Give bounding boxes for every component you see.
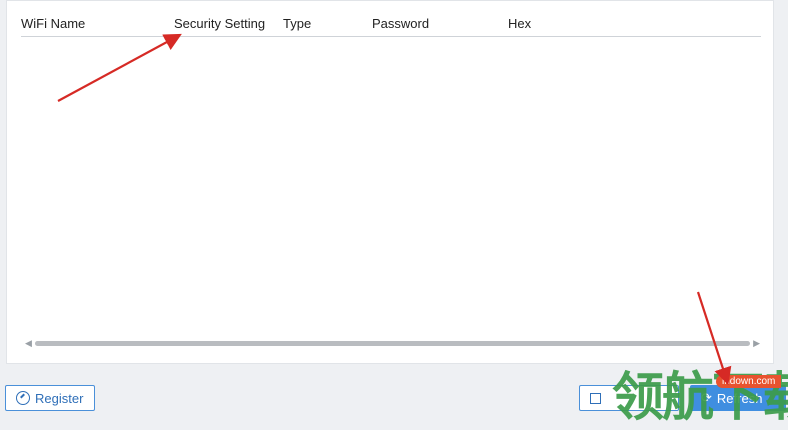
wifi-password-window: WiFi Name Security Setting Type Password… (0, 0, 788, 430)
column-header-type[interactable]: Type (283, 16, 311, 31)
register-button[interactable]: Register (5, 385, 95, 411)
scrollbar-track[interactable] (35, 341, 750, 346)
register-button-label: Register (35, 390, 84, 406)
wifi-list-panel: WiFi Name Security Setting Type Password… (6, 0, 774, 364)
table-header: WiFi Name Security Setting Type Password… (21, 12, 761, 37)
scrollbar-thumb[interactable] (35, 341, 750, 346)
column-header-security-setting[interactable]: Security Setting (174, 16, 265, 31)
register-icon (16, 391, 30, 405)
save-icon (590, 392, 601, 404)
column-header-wifi-name[interactable]: WiFi Name (21, 16, 85, 31)
horizontal-scrollbar[interactable]: ◀ ▶ (25, 335, 760, 351)
watermark-site-badge: lhdown.com (716, 375, 782, 388)
column-header-hex[interactable]: Hex (508, 16, 531, 31)
scroll-left-arrow-icon[interactable]: ◀ (25, 337, 32, 349)
scroll-right-arrow-icon[interactable]: ▶ (753, 337, 760, 349)
column-header-password[interactable]: Password (372, 16, 429, 31)
